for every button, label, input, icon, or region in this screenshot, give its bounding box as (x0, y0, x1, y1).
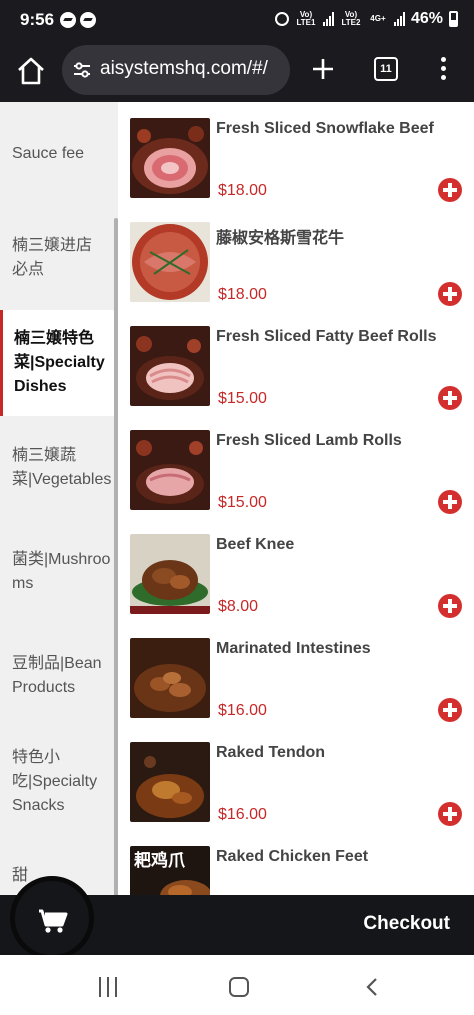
url-text[interactable]: aisystemshq.com/#/ (100, 58, 268, 80)
category-label: 特色小吃|Specialty Snacks (12, 749, 98, 814)
app-screen: 9:56 Vo) LTE1 Vo) LTE2 4G+ 46% aisystems… (0, 0, 474, 1015)
add-to-cart-button[interactable] (438, 698, 462, 722)
battery-icon (449, 11, 458, 27)
messenger-icon (60, 12, 76, 28)
checkout-button[interactable]: Checkout (363, 913, 450, 935)
category-label: 楠三嬢特色菜|Specialty Dishes (14, 330, 105, 395)
product-price: $16.00 (218, 702, 267, 719)
product-name[interactable]: Fresh Sliced Lamb Rolls (216, 432, 466, 450)
product-item[interactable]: Fresh Sliced Fatty Beef Rolls $15.00 (118, 310, 474, 414)
product-name[interactable]: 藤椒安格斯雪花牛 (216, 224, 466, 248)
menu-dot (441, 57, 446, 62)
tab-switcher-button[interactable]: 11 (374, 57, 398, 81)
site-settings-icon[interactable] (72, 60, 92, 80)
system-nav-bar (0, 955, 474, 1015)
menu-dot (441, 75, 446, 80)
product-price: $15.00 (218, 494, 267, 511)
home-icon (18, 57, 44, 85)
product-image[interactable] (130, 326, 210, 406)
product-item[interactable]: Marinated Intestines $16.00 (118, 622, 474, 726)
battery-percent: 46% (410, 10, 443, 27)
shopping-cart-icon (39, 909, 68, 933)
browser-toolbar: aisystemshq.com/#/ 11 (0, 40, 474, 102)
cart-button[interactable] (10, 876, 94, 960)
product-price: $8.00 (218, 598, 259, 615)
recent-apps-button[interactable] (97, 977, 119, 997)
browser-menu-button[interactable] (432, 54, 456, 84)
network-4g-label: 4G+ (370, 14, 386, 23)
status-time: 9:56 (20, 10, 55, 29)
category-specialty-snacks[interactable]: 特色小吃|Specialty Snacks (0, 728, 118, 836)
messenger-icon (80, 12, 96, 28)
status-bar: 9:56 Vo) LTE1 Vo) LTE2 4G+ 46% (0, 0, 474, 40)
plus-icon (313, 59, 333, 79)
category-label: 楠三嬢蔬菜|Vegetables (12, 447, 112, 488)
image-caption: 耙鸡爪 (134, 850, 186, 871)
category-must-order[interactable]: 楠三嬢进店必点 (0, 206, 118, 310)
product-item[interactable]: Fresh Sliced Snowflake Beef $18.00 (118, 102, 474, 206)
address-bar[interactable]: aisystemshq.com/#/ (62, 45, 290, 95)
category-label: 豆制品|Bean Products (12, 655, 102, 696)
product-name[interactable]: Beef Knee (216, 536, 466, 554)
product-price: $15.00 (218, 390, 267, 407)
add-to-cart-button[interactable] (438, 282, 462, 306)
add-to-cart-button[interactable] (438, 178, 462, 202)
add-to-cart-button[interactable] (438, 490, 462, 514)
menu-dot (441, 66, 446, 71)
product-item[interactable]: Beef Knee $8.00 (118, 518, 474, 622)
product-price: $18.00 (218, 286, 267, 303)
product-price: $18.00 (218, 182, 267, 199)
product-name[interactable]: Raked Tendon (216, 744, 466, 762)
alarm-icon (274, 12, 289, 26)
category-specialty-dishes[interactable]: 楠三嬢特色菜|Specialty Dishes (0, 310, 118, 416)
product-image[interactable] (130, 118, 210, 198)
product-image[interactable] (130, 222, 210, 302)
category-bean-products[interactable]: 豆制品|Bean Products (0, 624, 118, 728)
product-price: $16.00 (218, 806, 267, 823)
network-label-1: Vo) LTE1 (296, 10, 316, 27)
product-name[interactable]: Fresh Sliced Fatty Beef Rolls (216, 328, 466, 346)
back-button[interactable] (364, 977, 380, 997)
home-button[interactable] (14, 54, 48, 88)
product-name[interactable]: Fresh Sliced Snowflake Beef (216, 120, 466, 138)
product-name[interactable]: Raked Chicken Feet (216, 848, 466, 866)
category-label: 楠三嬢进店必点 (12, 237, 93, 278)
product-image[interactable]: 耙鸡爪 (130, 846, 210, 895)
add-to-cart-button[interactable] (438, 386, 462, 410)
product-item[interactable]: Fresh Sliced Lamb Rolls $15.00 (118, 414, 474, 518)
new-tab-button[interactable] (308, 52, 338, 86)
product-item[interactable]: 藤椒安格斯雪花牛 $18.00 (118, 206, 474, 310)
network-label-2: Vo) LTE2 (341, 10, 361, 27)
product-image[interactable] (130, 742, 210, 822)
add-to-cart-button[interactable] (438, 594, 462, 618)
product-item[interactable]: 耙鸡爪 Raked Chicken Feet (118, 830, 474, 895)
product-image[interactable] (130, 430, 210, 510)
system-home-button[interactable] (229, 977, 249, 997)
status-indicators: Vo) LTE1 Vo) LTE2 4G+ 46% (274, 10, 458, 28)
add-to-cart-button[interactable] (438, 802, 462, 826)
signal-icon (322, 12, 334, 26)
product-image[interactable] (130, 638, 210, 718)
signal-icon (393, 12, 405, 26)
category-sauce-fee[interactable]: Sauce fee (0, 102, 118, 206)
product-item[interactable]: Raked Tendon $16.00 (118, 726, 474, 830)
product-list: Fresh Sliced Snowflake Beef $18.00 藤椒安格斯… (118, 102, 474, 895)
product-name[interactable]: Marinated Intestines (216, 640, 466, 658)
product-image[interactable] (130, 534, 210, 614)
category-label: Sauce fee (12, 145, 85, 162)
category-vegetables[interactable]: 楠三嬢蔬菜|Vegetables (0, 416, 118, 520)
category-label: 菌类|Mushrooms (12, 551, 111, 592)
category-mushrooms[interactable]: 菌类|Mushrooms (0, 520, 118, 624)
category-sidebar: Sauce fee 楠三嬢进店必点 楠三嬢特色菜|Specialty Dishe… (0, 102, 118, 895)
